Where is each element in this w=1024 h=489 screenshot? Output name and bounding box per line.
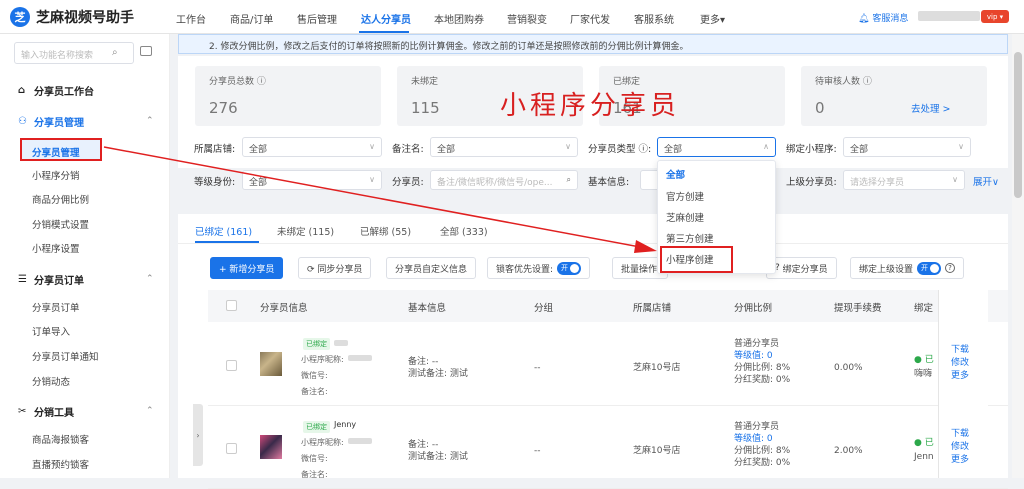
page-scrollbar[interactable] xyxy=(1012,34,1024,478)
annotation-arrow xyxy=(103,146,657,253)
arrow-head xyxy=(634,240,657,253)
scrollbar-thumb[interactable] xyxy=(1014,52,1022,198)
arrow-line xyxy=(103,146,641,248)
